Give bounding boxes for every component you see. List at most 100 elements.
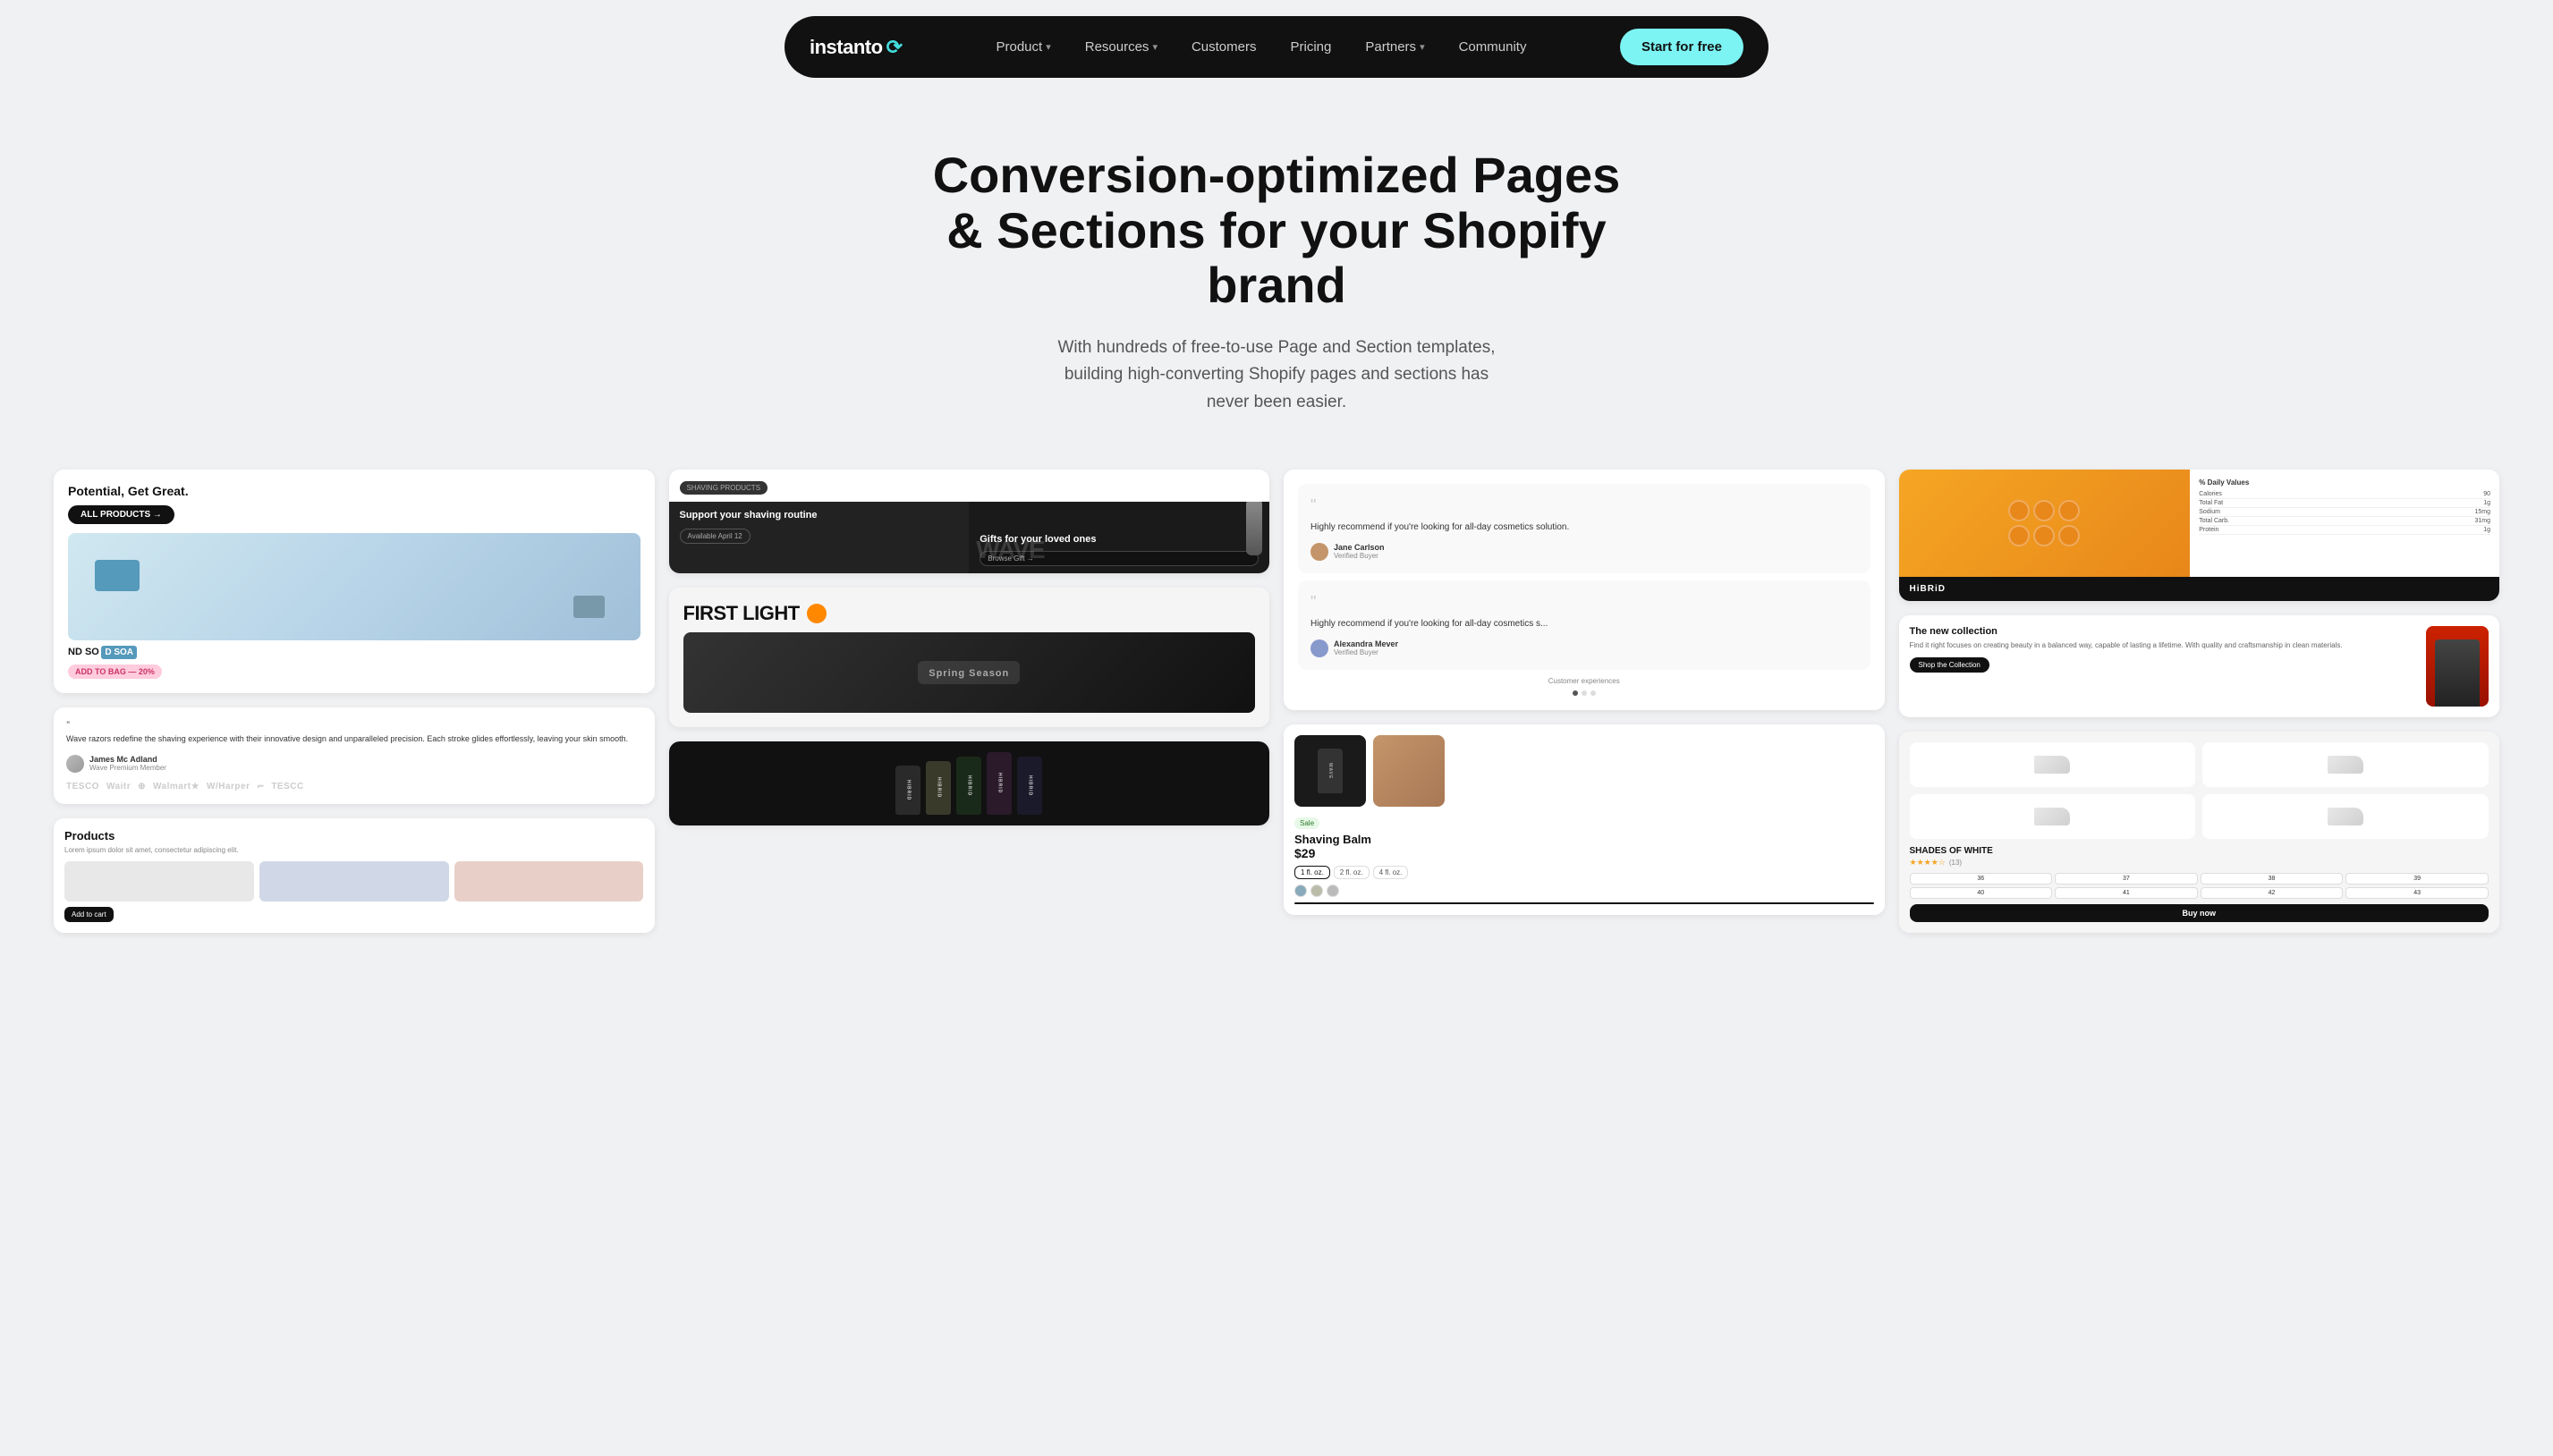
size-opt-2[interactable]: 2 fl. oz. [1334,866,1370,879]
shaving-balm-title: Shaving Balm [1294,833,1874,846]
size-43[interactable]: 43 [2345,887,2489,899]
products-card[interactable]: Products Lorem ipsum dolor sit amet, con… [54,818,655,933]
size-opt-1[interactable]: 1 fl. oz. [1294,866,1330,879]
template-col-4: % Daily Values Calories90 Total Fat1g So… [1899,470,2500,933]
testimonial-text: Wave razors redefine the shaving experie… [66,733,642,746]
size-36[interactable]: 36 [1910,873,2053,885]
size-grid: 36 37 38 39 40 41 42 43 [1910,873,2489,899]
avatar-2 [1310,639,1328,657]
hibrid-bar: HiBRiD [1899,577,2500,601]
star-rating: ★★★★☆ [1910,858,1946,868]
shaving-can-img: WAVE [1294,735,1366,807]
logo-arrow: 🖙 [257,782,264,791]
size-42[interactable]: 42 [2201,887,2344,899]
nav-customers[interactable]: Customers [1177,32,1271,62]
product-item[interactable] [454,861,644,902]
dot-active [1573,690,1578,696]
navbar: instanto ⟳ Product ▾ Resources ▾ Custome… [785,16,1768,78]
orange-circle-sm [2058,500,2080,521]
testimonial-2-author: Alexandra Mever Verified Buyer [1310,639,1858,657]
size-37[interactable]: 37 [2055,873,2198,885]
logos-row: TESCO Waitr ⊕ Walmart★ W/Harper 🖙 TESCC [66,782,642,791]
orange-circle-icon [807,604,827,623]
size-opt-3[interactable]: 4 fl. oz. [1373,866,1409,879]
cans-card[interactable]: HIBRID HIBRID HIBRID HIBRID HIBRID [669,741,1270,825]
size-38[interactable]: 38 [2201,873,2344,885]
shaving-hand-img [1373,735,1445,807]
shaving-price: $29 [1294,846,1874,860]
shaving-right: WAVE Gifts for your loved ones Browse Gi… [969,502,1269,573]
dots [1298,690,1870,696]
can-1: HIBRID [895,766,920,815]
logo[interactable]: instanto ⟳ [810,36,903,59]
testimonial-card[interactable]: ❝ Wave razors redefine the shaving exper… [54,707,655,804]
nutrition-card[interactable]: % Daily Values Calories90 Total Fat1g So… [1899,470,2500,601]
templates-section: Potential, Get Great. ALL PRODUCTS → ND … [0,452,2553,969]
size-40[interactable]: 40 [1910,887,2053,899]
templates-grid: Potential, Get Great. ALL PRODUCTS → ND … [54,470,2499,933]
new-collection-image [2426,626,2489,707]
first-light-card[interactable]: FIRST LIGHT Spring Season [669,588,1270,727]
orange-image [1899,470,2191,577]
add-button[interactable]: Add to cart [64,907,114,922]
soap-image [68,533,640,640]
start-for-free-button[interactable]: Start for free [1620,29,1743,65]
nav-product[interactable]: Product ▾ [982,32,1065,62]
avatar [66,755,84,773]
custom-exp: Customer experiences [1298,677,1870,685]
size-41[interactable]: 41 [2055,887,2198,899]
product-item[interactable] [259,861,449,902]
dot [1590,690,1596,696]
color-swatch[interactable] [1310,885,1323,897]
shoe-item-4 [2202,794,2489,839]
author-row: James Mc Adland Wave Premium Member [66,755,642,773]
nut-row: Calories90 [2199,490,2490,499]
rating-count: (13) [1949,859,1962,867]
all-products-btn[interactable]: ALL PRODUCTS → [68,505,174,524]
add-to-cart-bar[interactable] [1294,902,1874,904]
orange-inner: % Daily Values Calories90 Total Fat1g So… [1899,470,2500,577]
logo-icon: ⟳ [886,36,903,59]
product-item[interactable] [64,861,254,902]
soap-card[interactable]: Potential, Get Great. ALL PRODUCTS → ND … [54,470,655,693]
nutrition-title: % Daily Values [2199,478,2490,487]
color-swatch[interactable] [1294,885,1307,897]
shoes-card[interactable]: SHADES OF WHITE ★★★★☆ (13) 36 37 38 39 4… [1899,732,2500,933]
nav-resources[interactable]: Resources ▾ [1071,32,1172,62]
chevron-icon: ▾ [1046,41,1051,53]
testimonials-card[interactable]: " Highly recommend if you're looking for… [1284,470,1885,710]
available-btn[interactable]: Available April 12 [680,529,751,544]
size-39[interactable]: 39 [2345,873,2489,885]
nut-row: Total Fat1g [2199,499,2490,508]
logo-text: instanto [810,36,883,59]
razor-icon [1246,502,1262,555]
can-4: HIBRID [987,752,1012,815]
shaving-balm-card[interactable]: WAVE Sale Shaving Balm $29 1 fl. oz. 2 f… [1284,724,1885,915]
shaving-card[interactable]: SHAVING PRODUCTS Support your shaving ro… [669,470,1270,573]
nut-row: Protein1g [2199,526,2490,535]
template-col-3: " Highly recommend if you're looking for… [1284,470,1885,933]
red-image [2426,626,2489,707]
nav-wrapper: instanto ⟳ Product ▾ Resources ▾ Custome… [0,0,2553,94]
hero-section: Conversion-optimized Pages & Sections fo… [0,94,2553,452]
new-collection-card[interactable]: The new collection Find it right focuses… [1899,615,2500,717]
nav-partners[interactable]: Partners ▾ [1351,32,1438,62]
template-col-2: SHAVING PRODUCTS Support your shaving ro… [669,470,1270,933]
nutrition-table: % Daily Values Calories90 Total Fat1g So… [2190,470,2499,577]
quote-icon-2: " [1310,593,1858,612]
nav-pricing[interactable]: Pricing [1276,32,1346,62]
sale-badge: Sale [1294,817,1319,829]
buy-now-btn[interactable]: Buy now [1910,904,2489,922]
chevron-icon: ▾ [1152,41,1158,53]
shoes-grid [1910,742,2489,839]
shoe-shape [2328,756,2363,774]
shaving-content: Support your shaving routine Available A… [669,502,1270,573]
color-swatch[interactable] [1327,885,1339,897]
shop-collection-btn[interactable]: Shop the Collection [1910,657,1989,673]
new-collection-left: The new collection Find it right focuses… [1910,626,2418,707]
wave-can: WAVE [1318,749,1343,793]
shoe-shape [2034,808,2070,825]
nav-community[interactable]: Community [1445,32,1541,62]
can-2: HIBRID [926,761,951,815]
shoe-shape [2328,808,2363,825]
